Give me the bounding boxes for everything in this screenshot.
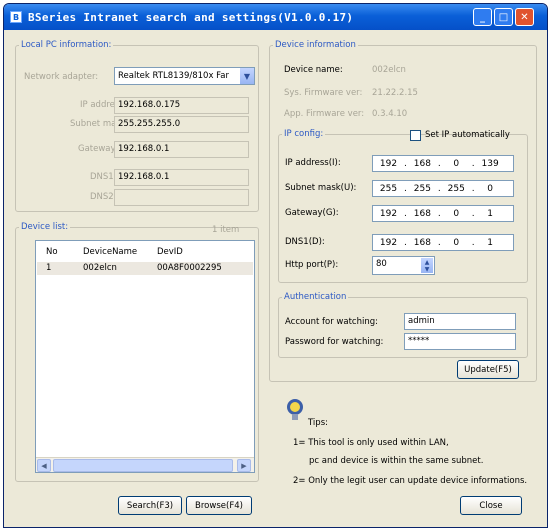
- gateway-octet-4[interactable]: 1: [475, 209, 506, 219]
- gateway-field: 192.168.0.1: [114, 141, 249, 158]
- subnet-octet-4[interactable]: 0: [475, 184, 506, 194]
- maximize-icon: □: [498, 11, 509, 23]
- set-ip-auto-label: Set IP automatically: [425, 130, 510, 140]
- ip-octet-3[interactable]: 0: [441, 159, 472, 169]
- tips-icon: [287, 399, 303, 420]
- device-info-legend: Device information: [275, 40, 356, 50]
- network-adapter-value: Realtek RTL8139/810x Far: [118, 71, 229, 81]
- gateway-input[interactable]: 192. 168. 0. 1: [372, 205, 514, 222]
- spin-down-icon[interactable]: ▼: [425, 266, 430, 273]
- ip-octet-4[interactable]: 139: [475, 159, 506, 169]
- app-firmware-value: 0.3.4.10: [372, 109, 408, 119]
- set-ip-auto-checkbox[interactable]: [410, 130, 421, 141]
- browse-button[interactable]: Browse(F4): [186, 496, 252, 515]
- row-no: 1: [46, 263, 52, 273]
- subnet-octet-2[interactable]: 255: [407, 184, 438, 194]
- row-device-name: 002elcn: [83, 263, 117, 273]
- http-port-spinner[interactable]: ▲ ▼: [420, 257, 434, 274]
- minimize-icon: _: [480, 11, 485, 23]
- account-input[interactable]: admin: [404, 313, 516, 330]
- device-count: 1 item: [212, 225, 240, 235]
- subnet-octet-3[interactable]: 255: [441, 184, 472, 194]
- http-port-label: Http port(P):: [285, 260, 339, 270]
- ip-address-input[interactable]: 192. 168. 0. 139: [372, 155, 514, 172]
- close-icon: ✕: [520, 11, 529, 23]
- tips-line-3: 2= Only the legit user can update device…: [293, 476, 528, 486]
- column-header-no[interactable]: No: [46, 247, 58, 257]
- device-list-legend: Device list:: [21, 222, 69, 232]
- row-dev-id: 00A8F0002295: [157, 263, 222, 273]
- dns1-octet-1[interactable]: 192: [373, 238, 404, 248]
- ip-label: IP address(I):: [285, 158, 341, 168]
- gateway-label: Gateway:: [78, 144, 118, 154]
- ip-config-legend: IP config:: [284, 129, 324, 139]
- update-button[interactable]: Update(F5): [457, 360, 519, 379]
- dns2-field: [114, 189, 249, 206]
- tips-line-2: pc and device is within the same subnet.: [309, 456, 484, 466]
- dns1-config-label: DNS1(D):: [285, 237, 325, 247]
- local-pc-legend: Local PC information:: [21, 40, 112, 50]
- authentication-legend: Authentication: [284, 292, 347, 302]
- chevron-down-icon[interactable]: ▼: [239, 68, 254, 84]
- sys-firmware-value: 21.22.2.15: [372, 88, 418, 98]
- maximize-button[interactable]: □: [494, 8, 513, 26]
- app-firmware-label: App. Firmware ver:: [284, 109, 365, 119]
- password-label: Password for watching:: [285, 337, 384, 347]
- device-name-label: Device name:: [284, 65, 343, 75]
- dns1-field: 192.168.0.1: [114, 169, 249, 186]
- network-adapter-select[interactable]: Realtek RTL8139/810x Far ▼: [114, 67, 255, 85]
- gateway-octet-2[interactable]: 168: [407, 209, 438, 219]
- sys-firmware-label: Sys. Firmware ver:: [284, 88, 363, 98]
- column-header-devicename[interactable]: DeviceName: [83, 247, 137, 257]
- gateway-octet-3[interactable]: 0: [441, 209, 472, 219]
- ip-octet-2[interactable]: 168: [407, 159, 438, 169]
- scroll-left-icon[interactable]: ◀: [37, 459, 51, 472]
- gateway-config-label: Gateway(G):: [285, 208, 339, 218]
- dns1-input[interactable]: 192. 168. 0. 1: [372, 234, 514, 251]
- scroll-thumb[interactable]: [53, 459, 233, 472]
- device-name-value: 002elcn: [372, 65, 406, 75]
- title-bar[interactable]: B BSeries Intranet search and settings(V…: [4, 4, 547, 30]
- close-window-button[interactable]: ✕: [515, 8, 534, 26]
- horizontal-scrollbar[interactable]: ◀ ▶: [36, 457, 254, 472]
- account-label: Account for watching:: [285, 317, 378, 327]
- dns1-octet-4[interactable]: 1: [475, 238, 506, 248]
- subnet-mask-input[interactable]: 255. 255. 255. 0: [372, 180, 514, 197]
- dns1-octet-3[interactable]: 0: [441, 238, 472, 248]
- search-button[interactable]: Search(F3): [118, 496, 182, 515]
- window-title: BSeries Intranet search and settings(V1.…: [28, 10, 354, 24]
- dns1-octet-2[interactable]: 168: [407, 238, 438, 248]
- device-list[interactable]: No DeviceName DevID 1 002elcn 00A8F00022…: [35, 240, 255, 473]
- password-input[interactable]: *****: [404, 333, 516, 350]
- ip-octet-1[interactable]: 192: [373, 159, 404, 169]
- table-row[interactable]: 1 002elcn 00A8F0002295: [37, 262, 253, 275]
- main-window: B BSeries Intranet search and settings(V…: [3, 3, 548, 528]
- subnet-label: Subnet mask(U):: [285, 183, 357, 193]
- app-icon: B: [10, 11, 22, 23]
- dns1-label: DNS1:: [90, 172, 117, 182]
- close-button[interactable]: Close: [460, 496, 522, 515]
- minimize-button[interactable]: _: [473, 8, 492, 26]
- subnet-octet-1[interactable]: 255: [373, 184, 404, 194]
- network-adapter-label: Network adapter:: [24, 72, 99, 82]
- gateway-octet-1[interactable]: 192: [373, 209, 404, 219]
- ip-address-field: 192.168.0.175: [114, 97, 249, 114]
- tips-title: Tips:: [308, 418, 328, 428]
- scroll-right-icon[interactable]: ▶: [237, 459, 251, 472]
- dns2-label: DNS2:: [90, 192, 117, 202]
- tips-line-1: 1= This tool is only used within LAN,: [293, 438, 449, 448]
- column-header-devid[interactable]: DevID: [157, 247, 183, 257]
- subnet-mask-field: 255.255.255.0: [114, 116, 249, 133]
- spin-up-icon[interactable]: ▲: [425, 259, 430, 266]
